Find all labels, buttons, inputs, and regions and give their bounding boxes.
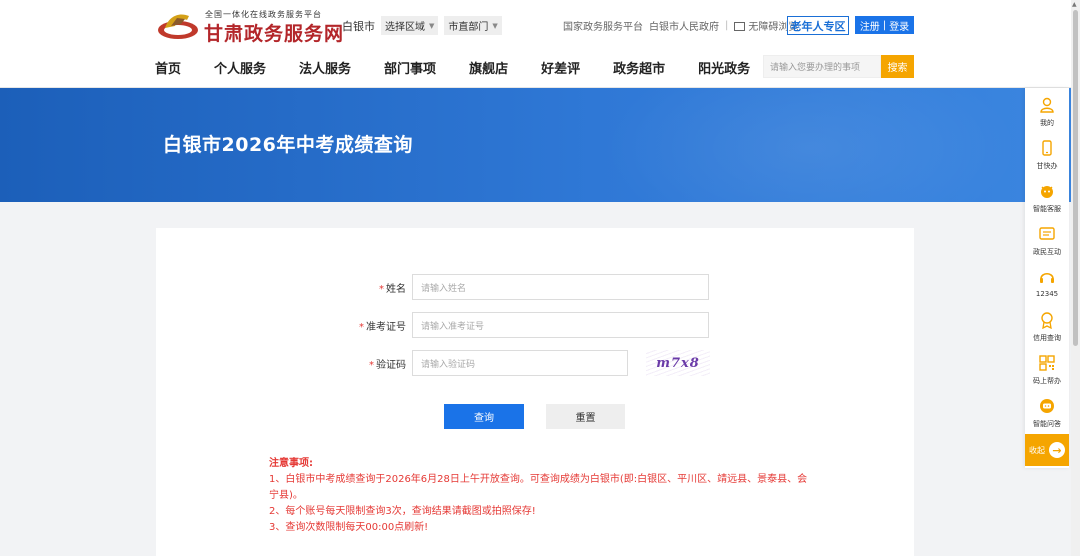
user-icon	[1040, 97, 1054, 113]
notice-item: 3、查询次数限制每天00:00点刷新!	[269, 522, 429, 533]
chevron-down-icon: ▼	[429, 21, 435, 30]
floating-sidebar: 我的 甘快办 智能客服 政民互动 12345 信用查询 码上帮办 智能问答 收起…	[1025, 88, 1069, 468]
login-link[interactable]: 登录	[889, 18, 909, 33]
sidebar-item-code-help[interactable]: 码上帮办	[1025, 354, 1069, 394]
query-form-card: * 姓名 请输入姓名 * 准考证号 请输入准考证号 * 验证码 请输入验证码 m7x8…	[156, 228, 914, 556]
page-title: 白银市2026年中考成绩查询	[163, 134, 413, 156]
page-banner: 白银市2026年中考成绩查询	[0, 88, 1080, 202]
chat-icon	[1040, 399, 1054, 413]
nav-evaluation[interactable]: 好差评	[541, 58, 580, 77]
main-nav: 首页 个人服务 法人服务 部门事项 旗舰店 好差评 政务超市 阳光政务	[155, 58, 783, 77]
message-icon	[1039, 227, 1055, 240]
link-national-platform[interactable]: 国家政务服务平台	[563, 18, 643, 33]
sidebar-item-credit-query[interactable]: 信用查询	[1025, 311, 1069, 351]
captcha-image[interactable]: m7x8	[646, 350, 710, 376]
reset-button[interactable]: 重置	[546, 404, 625, 429]
notice-section: 注意事项: 1、白银市中考成绩查询于2026年6月28日上午开放查询。可查询成绩…	[269, 456, 809, 536]
captcha-field[interactable]: 请输入验证码	[412, 350, 628, 376]
notice-item: 1、白银市中考成绩查询于2026年6月28日上午开放查询。可查询成绩为白银市(即…	[269, 474, 808, 501]
arrow-right-icon: →	[1049, 442, 1065, 458]
nav-department-items[interactable]: 部门事项	[384, 58, 436, 77]
ticket-number-field[interactable]: 请输入准考证号	[412, 312, 709, 338]
logo-emblem-icon	[158, 14, 198, 39]
region-selector: 白银市 选择区域 ▼ 市直部门 ▼	[342, 16, 502, 35]
scrollbar-thumb[interactable]	[1073, 10, 1078, 346]
logo-title: 甘肃政务服务网	[204, 23, 345, 45]
nav-personal-service[interactable]: 个人服务	[214, 58, 266, 77]
sidebar-item-smart-qa[interactable]: 智能问答	[1025, 397, 1069, 437]
nav-gov-market[interactable]: 政务超市	[613, 58, 665, 77]
nav-home[interactable]: 首页	[155, 58, 181, 77]
link-city-government[interactable]: 白银市人民政府	[649, 18, 719, 33]
page-scrollbar[interactable]: ▲	[1071, 0, 1080, 556]
form-row-captcha: * 验证码 请输入验证码 m7x8	[156, 350, 914, 376]
site-logo[interactable]: 全国一体化在线政务服务平台 甘肃政务服务网	[157, 6, 347, 45]
accessibility-icon	[734, 22, 746, 31]
divider: |	[882, 19, 887, 31]
required-mark: *	[379, 284, 384, 295]
captcha-label: * 验证码	[369, 360, 406, 371]
register-link[interactable]: 注册	[860, 18, 880, 33]
elder-zone-button[interactable]: 老年人专区	[787, 16, 849, 35]
sidebar-item-gankuaiban[interactable]: 甘快办	[1025, 139, 1069, 179]
notice-title: 注意事项:	[269, 458, 313, 469]
search-button[interactable]: 搜索	[881, 55, 914, 78]
dept-select[interactable]: 市直部门 ▼	[444, 16, 502, 35]
divider: |	[725, 20, 729, 31]
badge-icon	[1041, 312, 1053, 329]
query-button[interactable]: 查询	[444, 404, 524, 429]
required-mark: *	[369, 360, 374, 371]
robot-icon	[1041, 186, 1053, 198]
chevron-down-icon: ▼	[492, 21, 498, 30]
notice-item: 2、每个账号每天限制查询3次，查询结果请截图或拍照保存!	[269, 506, 536, 517]
sidebar-item-smart-service[interactable]: 智能客服	[1025, 182, 1069, 222]
name-label: * 姓名	[379, 284, 406, 295]
sidebar-collapse-button[interactable]: 收起 →	[1025, 434, 1069, 466]
top-links: 国家政务服务平台 白银市人民政府 | 无障碍浏览	[563, 18, 798, 33]
city-name: 白银市	[342, 19, 375, 33]
phone-icon	[1042, 140, 1052, 156]
required-mark: *	[359, 322, 364, 333]
sidebar-item-interaction[interactable]: 政民互动	[1025, 225, 1069, 265]
qrcode-icon	[1039, 355, 1055, 371]
register-login-button[interactable]: 注册 | 登录	[855, 16, 914, 34]
sidebar-item-12345[interactable]: 12345	[1025, 268, 1069, 308]
nav-sunshine-gov[interactable]: 阳光政务	[698, 58, 750, 77]
form-row-ticket: * 准考证号 请输入准考证号	[156, 312, 914, 338]
form-row-name: * 姓名 请输入姓名	[156, 274, 914, 300]
site-header: 全国一体化在线政务服务平台 甘肃政务服务网 白银市 选择区域 ▼ 市直部门 ▼ …	[0, 0, 1080, 88]
sidebar-item-mine[interactable]: 我的	[1025, 96, 1069, 136]
nav-legal-service[interactable]: 法人服务	[299, 58, 351, 77]
name-field[interactable]: 请输入姓名	[412, 274, 709, 300]
nav-flagship-store[interactable]: 旗舰店	[469, 58, 508, 77]
region-select[interactable]: 选择区域 ▼	[381, 16, 439, 35]
headset-icon	[1040, 272, 1054, 283]
search-input[interactable]: 请输入您要办理的事项	[763, 55, 881, 78]
collapse-label: 收起	[1029, 445, 1045, 455]
ticket-label: * 准考证号	[359, 322, 406, 333]
scroll-up-arrow-icon[interactable]: ▲	[1072, 1, 1077, 8]
